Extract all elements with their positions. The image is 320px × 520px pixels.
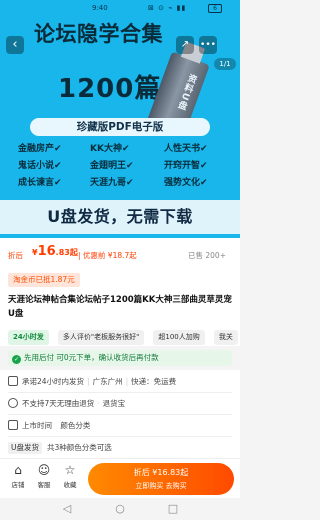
share-icon: ↗ — [180, 39, 190, 50]
star-icon: ☆ — [64, 463, 76, 477]
service-chips: 24小时发 多人评价"老板服务很好" 超100人加购 我关 — [0, 324, 240, 346]
no-return-icon — [8, 398, 18, 408]
shipping-row[interactable]: 承诺24小时内发货 | 广东广州 | 快递：免运费 — [8, 374, 232, 390]
store-label: 店铺 — [11, 481, 25, 489]
hero-tag: KK大神✔ — [90, 144, 130, 154]
service-button[interactable]: ☺ 客服 — [32, 463, 56, 489]
info-area: 承诺24小时内发货 | 广东广州 | 快递：免运费 不支持7天无理由退货 · 退货宝 上市时… — [0, 370, 240, 462]
nav-back-icon[interactable]: ◁ — [60, 502, 74, 516]
shipping-promise: 承诺24小时内发货 — [22, 377, 85, 386]
buy-now-button[interactable]: 折后 ¥16.83起 立即购买 去购买 — [88, 463, 234, 495]
hero-tag: 开窍开智✔ — [164, 161, 208, 171]
return-insurance-text: 退货宝 — [102, 399, 126, 408]
shipping-fee: 快递：免运费 — [131, 377, 177, 386]
collect-label: 收藏 — [63, 481, 77, 489]
launch-time-label: 上市时间 — [22, 421, 52, 430]
collect-button[interactable]: ☆ 收藏 — [58, 463, 82, 489]
hero-tag: 天涯九哥✔ — [90, 178, 134, 188]
sold-count: 已售 200+ — [188, 251, 226, 260]
price-value: ¥16.83起 — [32, 244, 78, 259]
more-button[interactable]: ••• — [199, 36, 217, 54]
check-icon: ✓ — [12, 355, 21, 364]
param-label: 颜色分类 — [60, 421, 91, 430]
usb-label: 资料U盘 — [174, 72, 198, 112]
params-row[interactable]: 上市时间 颜色分类 — [8, 418, 232, 434]
hero-tag: 人性天书✔ — [164, 144, 208, 154]
price-original: | 优惠前 ¥18.7起 — [78, 251, 137, 260]
service-label: 客服 — [37, 481, 51, 489]
coupon-row: 淘金币已抵1.87元 — [0, 270, 240, 290]
divider — [8, 414, 232, 415]
hero-tag: 金融房产✔ — [18, 144, 62, 154]
buy-price-text: 折后 ¥16.83起 — [133, 468, 189, 477]
system-nav-bar: ◁ ○ □ — [0, 498, 240, 520]
price-suffix: 起 — [69, 248, 78, 257]
share-button[interactable]: ↗ — [176, 36, 194, 54]
product-title: 天涯论坛神帖合集论坛帖子1200篇KK大神三部曲灵草灵宠U盘 — [8, 295, 232, 319]
hero-tag: 强势文化✔ — [164, 178, 208, 188]
chevron-left-icon: ‹ — [12, 37, 18, 52]
price-label: 折后 — [8, 251, 23, 260]
shipping-from: 广东广州 — [92, 377, 123, 386]
spec-summary: 共3种颜色分类可选 — [47, 443, 112, 452]
hero-tag: 金翅明王✔ — [90, 161, 134, 171]
list-icon — [8, 420, 18, 430]
bottom-action-bar: ⌂ 店铺 ☺ 客服 ☆ 收藏 折后 ¥16.83起 立即购买 去购买 — [0, 458, 240, 498]
more-icon: ••• — [200, 40, 216, 50]
hero-tag: 鬼话小说✔ — [18, 161, 62, 171]
no-return-text: 不支持7天无理由退货 — [22, 399, 95, 408]
hero-ribbon: 珍藏版PDF电子版 — [30, 118, 210, 136]
divider — [8, 436, 232, 437]
chat-icon: ☺ — [37, 463, 51, 477]
spec-row[interactable]: U盘发货 共3种颜色分类可选 — [8, 440, 232, 456]
spec-option: U盘发货 — [8, 442, 42, 454]
status-time: 9:40 — [92, 4, 108, 12]
nav-recent-icon[interactable]: □ — [166, 502, 180, 516]
store-button[interactable]: ⌂ 店铺 — [6, 463, 30, 489]
buy-action-text: 立即购买 去购买 — [135, 482, 187, 490]
hero-number: 1200篇 — [58, 74, 162, 104]
chip-24h-shipping[interactable]: 24小时发 — [8, 330, 49, 345]
pay-later-banner[interactable]: ✓ 先用后付 可0元下单，确认收货后再付款 — [8, 350, 232, 366]
status-icons: ⊠ ⊙ ⌁ ▮▮ — [148, 4, 187, 12]
chip-cart-count[interactable]: 超100人加购 — [153, 330, 205, 345]
truck-icon — [8, 376, 18, 386]
image-page-indicator: 1/1 — [214, 58, 236, 70]
back-button[interactable]: ‹ — [6, 36, 24, 54]
nav-home-icon[interactable]: ○ — [113, 502, 127, 516]
hero-banner[interactable]: 9:40 ⊠ ⊙ ⌁ ▮▮ 6 论坛隐学合集 1200篇 资料U盘 ‹ ↗ ••… — [0, 0, 240, 238]
pay-later-text: 先用后付 可0元下单，确认收货后再付款 — [24, 353, 159, 362]
price-decimal: .83 — [55, 248, 70, 257]
status-bar: 9:40 ⊠ ⊙ ⌁ ▮▮ 6 — [0, 4, 240, 16]
store-icon: ⌂ — [14, 463, 22, 477]
coin-discount-badge[interactable]: 淘金币已抵1.87元 — [8, 273, 80, 287]
title-block: 天涯论坛神帖合集论坛帖子1200篇KK大神三部曲灵草灵宠U盘 — [0, 290, 240, 324]
price-integer: 16 — [37, 244, 56, 259]
divider — [8, 392, 232, 393]
chip-review[interactable]: 多人评价"老板服务很好" — [57, 330, 145, 345]
hero-tags: 金融房产✔ KK大神✔ 人性天书✔ 鬼话小说✔ 金翅明王✔ 开窍开智✔ 成长谏言… — [18, 141, 232, 188]
hero-title: 论坛隐学合集 — [34, 22, 163, 46]
hero-footer: U盘发货，无需下载 — [0, 200, 240, 234]
price-row: 折后 ¥16.83起 | 优惠前 ¥18.7起 已售 200+ — [0, 238, 240, 270]
battery-icon: 6 — [208, 4, 222, 13]
guarantee-row[interactable]: 不支持7天无理由退货 · 退货宝 — [8, 396, 232, 412]
chip-more[interactable]: 我关 — [213, 330, 238, 345]
hero-tag: 成长谏言✔ — [18, 178, 62, 188]
